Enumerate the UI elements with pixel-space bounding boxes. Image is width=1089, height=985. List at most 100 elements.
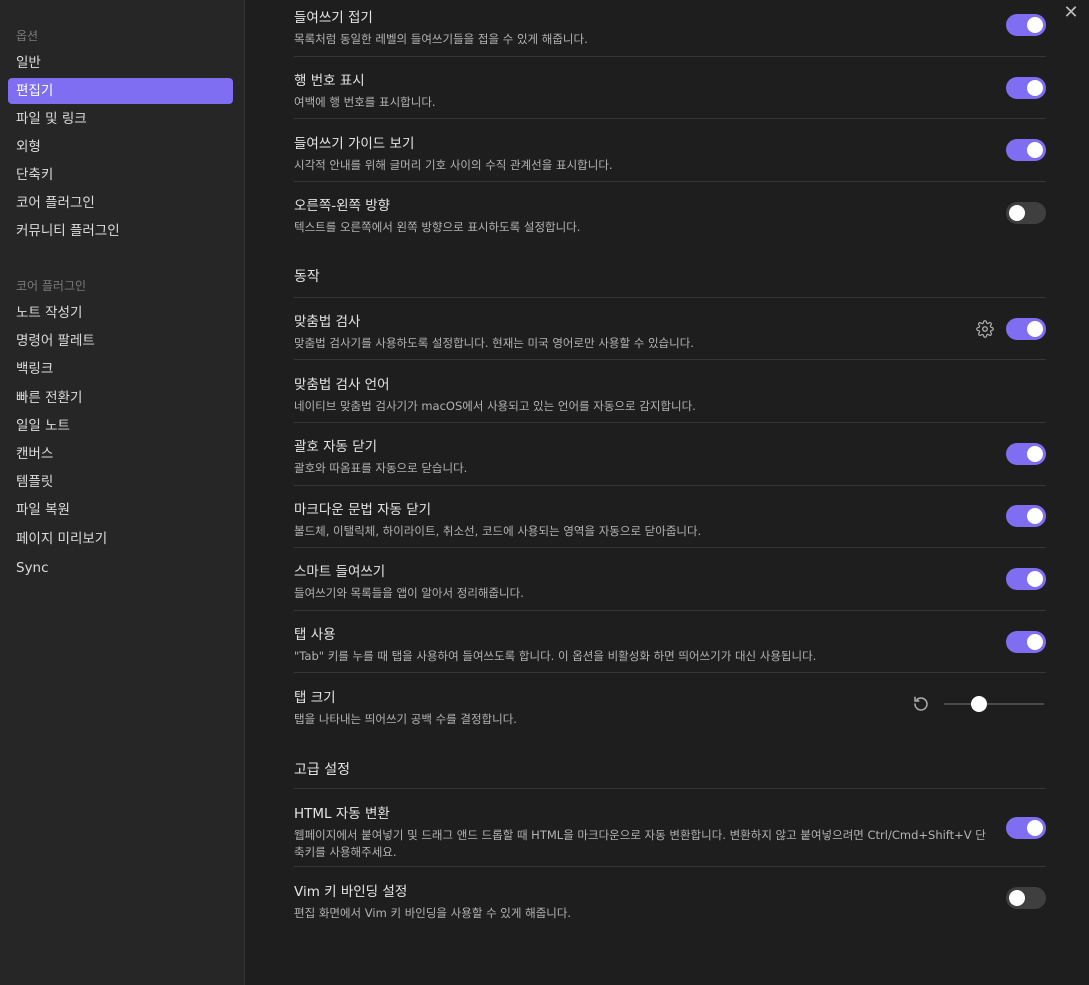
setting-name: 들여쓰기 가이드 보기: [294, 136, 415, 152]
close-icon[interactable]: ✕: [1059, 2, 1083, 26]
setting-description: 들여쓰기와 목록들을 앱이 알아서 정리해줍니다.: [294, 586, 524, 600]
setting-name: 마크다운 문법 자동 닫기: [294, 502, 432, 518]
setting-name: 행 번호 표시: [294, 73, 365, 89]
sidebar-item-sync[interactable]: Sync: [8, 555, 233, 581]
setting-name: Vim 키 바인딩 설정: [294, 884, 408, 900]
setting-spellcheck: 맞춤법 검사 맞춤법 검사기를 사용하도록 설정합니다. 현재는 미국 영어로만…: [294, 310, 1046, 352]
sidebar-item-file-recovery[interactable]: 파일 복원: [8, 497, 233, 523]
setting-name: 오른쪽-왼쪽 방향: [294, 198, 391, 214]
setting-name: 탭 사용: [294, 627, 336, 643]
setting-name: 괄호 자동 닫기: [294, 439, 378, 455]
setting-tab-size: 탭 크기 탭을 나타내는 띄어쓰기 공백 수를 결정합니다.: [294, 686, 1046, 728]
smart-indent-toggle[interactable]: [1006, 568, 1046, 590]
setting-description: 편집 화면에서 Vim 키 바인딩을 사용할 수 있게 해줍니다.: [294, 906, 572, 920]
setting-description: 웹페이지에서 붙여넣기 및 드래그 앤드 드롭할 때 HTML을 마크다운으로 …: [294, 828, 986, 859]
setting-rtl: 오른쪽-왼쪽 방향 텍스트를 오른쪽에서 왼쪽 방향으로 표시하도록 설정합니다…: [294, 194, 1046, 236]
setting-name: 들여쓰기 접기: [294, 10, 373, 26]
divider: [294, 359, 1046, 360]
sidebar-item-community-plugins[interactable]: 커뮤니티 플러그인: [8, 218, 233, 244]
fold-indent-toggle[interactable]: [1006, 14, 1046, 36]
toggle-knob: [1027, 446, 1043, 462]
divider: [294, 547, 1046, 548]
setting-name: 맞춤법 검사 언어: [294, 377, 390, 393]
sidebar-item-command-palette[interactable]: 명령어 팔레트: [8, 328, 233, 354]
setting-fold-indent: 들여쓰기 접기 목록처럼 동일한 레벨의 들여쓰기들을 접을 수 있게 해줍니다…: [294, 6, 1046, 48]
sidebar-item-files-links[interactable]: 파일 및 링크: [8, 106, 233, 132]
setting-description: 여백에 행 번호를 표시합니다.: [294, 95, 436, 109]
setting-auto-pair-markdown: 마크다운 문법 자동 닫기 볼드체, 이탤릭체, 하이라이트, 취소선, 코드에…: [294, 498, 1046, 540]
section-advanced-heading: 고급 설정: [294, 762, 350, 778]
sidebar-item-templates[interactable]: 템플릿: [8, 469, 233, 495]
use-tabs-toggle[interactable]: [1006, 631, 1046, 653]
setting-description: 맞춤법 검사기를 사용하도록 설정합니다. 현재는 미국 영어로만 사용할 수 …: [294, 336, 694, 350]
toggle-knob: [1027, 634, 1043, 650]
toggle-knob: [1027, 142, 1043, 158]
setting-name: 탭 크기: [294, 690, 336, 706]
sidebar-item-appearance[interactable]: 외형: [8, 134, 233, 160]
settings-sidebar: 옵션 일반 편집기 파일 및 링크 외형 단축키 코어 플러그인 커뮤니티 플러…: [0, 0, 245, 985]
tab-size-slider-handle[interactable]: [971, 696, 987, 712]
setting-description: 괄호와 따옴표를 자동으로 닫습니다.: [294, 461, 468, 475]
section-behavior-heading: 동작: [294, 269, 320, 285]
rtl-toggle[interactable]: [1006, 202, 1046, 224]
reset-icon[interactable]: [912, 695, 930, 713]
line-numbers-toggle[interactable]: [1006, 77, 1046, 99]
sidebar-item-core-plugins[interactable]: 코어 플러그인: [8, 190, 233, 216]
setting-auto-convert-html: HTML 자동 변환 웹페이지에서 붙여넣기 및 드래그 앤드 드롭할 때 HT…: [294, 802, 1046, 861]
setting-vim-keybindings: Vim 키 바인딩 설정 편집 화면에서 Vim 키 바인딩을 사용할 수 있게…: [294, 880, 1046, 922]
sidebar-item-page-preview[interactable]: 페이지 미리보기: [8, 526, 233, 552]
setting-name: 맞춤법 검사: [294, 314, 361, 330]
setting-name: HTML 자동 변환: [294, 806, 390, 822]
divider: [294, 866, 1046, 867]
divider: [294, 118, 1046, 119]
setting-smart-indent: 스마트 들여쓰기 들여쓰기와 목록들을 앱이 알아서 정리해줍니다.: [294, 560, 1046, 602]
toggle-knob: [1009, 890, 1025, 906]
divider: [294, 485, 1046, 486]
divider: [294, 672, 1046, 673]
setting-description: "Tab" 키를 누를 때 탭을 사용하여 들여쓰도록 합니다. 이 옵션을 비…: [294, 649, 817, 663]
toggle-knob: [1027, 508, 1043, 524]
sidebar-header-core-plugins: 코어 플러그인: [16, 279, 87, 293]
setting-description: 목록처럼 동일한 레벨의 들여쓰기들을 접을 수 있게 해줍니다.: [294, 32, 588, 46]
setting-use-tabs: 탭 사용 "Tab" 키를 누를 때 탭을 사용하여 들여쓰도록 합니다. 이 …: [294, 623, 1046, 665]
divider: [294, 297, 1046, 298]
setting-description: 시각적 안내를 위해 글머리 기호 사이의 수직 관계선을 표시합니다.: [294, 158, 613, 172]
sidebar-header-options: 옵션: [16, 29, 39, 43]
divider: [294, 181, 1046, 182]
setting-line-numbers: 행 번호 표시 여백에 행 번호를 표시합니다.: [294, 69, 1046, 111]
spellcheck-toggle[interactable]: [1006, 318, 1046, 340]
sidebar-item-backlinks[interactable]: 백링크: [8, 356, 233, 382]
auto-convert-html-toggle[interactable]: [1006, 817, 1046, 839]
sidebar-item-note-composer[interactable]: 노트 작성기: [8, 300, 233, 326]
tab-size-slider-track[interactable]: [944, 703, 1044, 705]
toggle-knob: [1027, 321, 1043, 337]
toggle-knob: [1009, 205, 1025, 221]
auto-pair-markdown-toggle[interactable]: [1006, 505, 1046, 527]
setting-description: 텍스트를 오른쪽에서 왼쪽 방향으로 표시하도록 설정합니다.: [294, 220, 581, 234]
sidebar-item-quick-switcher[interactable]: 빠른 전환기: [8, 385, 233, 411]
toggle-knob: [1027, 17, 1043, 33]
setting-indent-guides: 들여쓰기 가이드 보기 시각적 안내를 위해 글머리 기호 사이의 수직 관계선…: [294, 132, 1046, 174]
vim-keybindings-toggle[interactable]: [1006, 887, 1046, 909]
toggle-knob: [1027, 820, 1043, 836]
divider: [294, 56, 1046, 57]
divider: [294, 610, 1046, 611]
toggle-knob: [1027, 571, 1043, 587]
indent-guides-toggle[interactable]: [1006, 139, 1046, 161]
divider: [294, 422, 1046, 423]
setting-spellcheck-language: 맞춤법 검사 언어 네이티브 맞춤법 검사기가 macOS에서 사용되고 있는 …: [294, 373, 1046, 415]
setting-name: 스마트 들여쓰기: [294, 564, 386, 580]
divider: [294, 788, 1046, 789]
auto-pair-brackets-toggle[interactable]: [1006, 443, 1046, 465]
sidebar-item-general[interactable]: 일반: [8, 50, 233, 76]
sidebar-item-hotkeys[interactable]: 단축키: [8, 162, 233, 188]
sidebar-item-canvas[interactable]: 캔버스: [8, 441, 233, 467]
sidebar-item-daily-notes[interactable]: 일일 노트: [8, 413, 233, 439]
settings-content: ✕ 들여쓰기 접기 목록처럼 동일한 레벨의 들여쓰기들을 접을 수 있게 해줍…: [246, 0, 1089, 985]
setting-description: 네이티브 맞춤법 검사기가 macOS에서 사용되고 있는 언어를 자동으로 감…: [294, 399, 696, 413]
setting-description: 탭을 나타내는 띄어쓰기 공백 수를 결정합니다.: [294, 712, 517, 726]
setting-description: 볼드체, 이탤릭체, 하이라이트, 취소선, 코드에 사용되는 영역을 자동으로…: [294, 524, 702, 538]
sidebar-item-editor[interactable]: 편집기: [8, 78, 233, 104]
setting-auto-pair-brackets: 괄호 자동 닫기 괄호와 따옴표를 자동으로 닫습니다.: [294, 435, 1046, 477]
gear-icon[interactable]: [976, 320, 994, 338]
